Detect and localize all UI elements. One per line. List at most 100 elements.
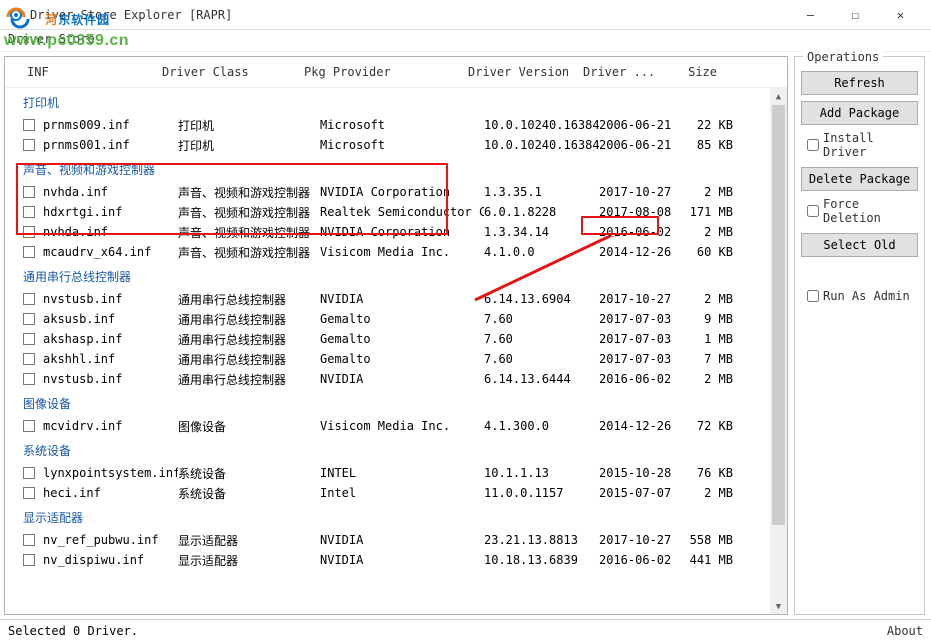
cell-inf: prnms001.inf	[43, 138, 178, 152]
group-header[interactable]: 声音、视频和游戏控制器	[5, 155, 787, 182]
row-checkbox[interactable]	[23, 467, 35, 479]
row-checkbox[interactable]	[23, 139, 35, 151]
cell-version: 6.14.13.6904	[484, 292, 599, 306]
driver-row[interactable]: nvhda.inf声音、视频和游戏控制器NVIDIA Corporation1.…	[5, 222, 787, 242]
close-button[interactable]: ✕	[878, 0, 923, 30]
cell-class: 声音、视频和游戏控制器	[178, 204, 320, 221]
driver-row[interactable]: akshasp.inf通用串行总线控制器Gemalto7.602017-07-0…	[5, 329, 787, 349]
install-driver-input[interactable]	[807, 139, 819, 151]
row-checkbox[interactable]	[23, 186, 35, 198]
cell-version: 10.18.13.6839	[484, 553, 599, 567]
status-selected-count: Selected 0 Driver.	[8, 624, 138, 638]
driver-row[interactable]: hdxrtgi.inf声音、视频和游戏控制器Realtek Semiconduc…	[5, 202, 787, 222]
cell-inf: lynxpointsystem.inf	[43, 466, 178, 480]
row-checkbox[interactable]	[23, 420, 35, 432]
driver-row[interactable]: nvhda.inf声音、视频和游戏控制器NVIDIA Corporation1.…	[5, 182, 787, 202]
refresh-button[interactable]: Refresh	[801, 71, 918, 95]
vertical-scrollbar[interactable]: ▲ ▼	[770, 88, 787, 615]
row-checkbox[interactable]	[23, 119, 35, 131]
cell-provider: Gemalto	[320, 332, 484, 346]
row-checkbox[interactable]	[23, 554, 35, 566]
scroll-down-icon[interactable]: ▼	[770, 598, 787, 615]
cell-inf: nv_dispiwu.inf	[43, 553, 178, 567]
minimize-button[interactable]: —	[788, 0, 833, 30]
column-inf[interactable]: INF	[27, 65, 162, 79]
cell-version: 23.21.13.8813	[484, 533, 599, 547]
cell-version: 11.0.0.1157	[484, 486, 599, 500]
column-class[interactable]: Driver Class	[162, 65, 304, 79]
driver-row[interactable]: lynxpointsystem.inf系统设备INTEL10.1.1.13201…	[5, 463, 787, 483]
row-checkbox[interactable]	[23, 246, 35, 258]
driver-row[interactable]: nvstusb.inf通用串行总线控制器NVIDIA6.14.13.644420…	[5, 369, 787, 389]
row-checkbox[interactable]	[23, 534, 35, 546]
cell-class: 系统设备	[178, 485, 320, 502]
group-header[interactable]: 显示适配器	[5, 503, 787, 530]
cell-version: 6.14.13.6444	[484, 372, 599, 386]
delete-package-button[interactable]: Delete Package	[801, 167, 918, 191]
force-deletion-checkbox[interactable]: Force Deletion	[807, 197, 918, 225]
driver-row[interactable]: nvstusb.inf通用串行总线控制器NVIDIA6.14.13.690420…	[5, 289, 787, 309]
cell-inf: nvstusb.inf	[43, 292, 178, 306]
cell-inf: akshhl.inf	[43, 352, 178, 366]
status-bar: Selected 0 Driver. About	[0, 619, 931, 641]
scrollbar-thumb[interactable]	[772, 105, 785, 525]
driver-row[interactable]: prnms001.inf打印机Microsoft10.0.10240.16384…	[5, 135, 787, 155]
run-as-admin-label: Run As Admin	[823, 289, 910, 303]
app-icon	[8, 7, 24, 23]
group-header[interactable]: 图像设备	[5, 389, 787, 416]
row-checkbox[interactable]	[23, 373, 35, 385]
cell-size: 7 MB	[684, 352, 739, 366]
driver-row[interactable]: aksusb.inf通用串行总线控制器Gemalto7.602017-07-03…	[5, 309, 787, 329]
row-checkbox[interactable]	[23, 313, 35, 325]
install-driver-checkbox[interactable]: Install Driver	[807, 131, 918, 159]
add-package-button[interactable]: Add Package	[801, 101, 918, 125]
cell-date: 2017-08-08	[599, 205, 684, 219]
operations-title: Operations	[803, 50, 883, 64]
group-header[interactable]: 通用串行总线控制器	[5, 262, 787, 289]
operations-panel: Operations Refresh Add Package Install D…	[794, 56, 925, 615]
driver-row[interactable]: prnms009.inf打印机Microsoft10.0.10240.16384…	[5, 115, 787, 135]
cell-inf: nvstusb.inf	[43, 372, 178, 386]
row-checkbox[interactable]	[23, 206, 35, 218]
column-date[interactable]: Driver ...	[583, 65, 668, 79]
driver-row[interactable]: nv_ref_pubwu.inf显示适配器NVIDIA23.21.13.8813…	[5, 530, 787, 550]
cell-provider: Microsoft	[320, 118, 484, 132]
cell-date: 2017-10-27	[599, 185, 684, 199]
column-version[interactable]: Driver Version	[468, 65, 583, 79]
column-provider[interactable]: Pkg Provider	[304, 65, 468, 79]
cell-class: 图像设备	[178, 418, 320, 435]
cell-size: 2 MB	[684, 185, 739, 199]
cell-inf: hdxrtgi.inf	[43, 205, 178, 219]
row-checkbox[interactable]	[23, 353, 35, 365]
cell-class: 声音、视频和游戏控制器	[178, 244, 320, 261]
driver-row[interactable]: heci.inf系统设备Intel11.0.0.11572015-07-072 …	[5, 483, 787, 503]
run-as-admin-input[interactable]	[807, 290, 819, 302]
cell-class: 声音、视频和游戏控制器	[178, 224, 320, 241]
group-header[interactable]: 打印机	[5, 88, 787, 115]
driver-row[interactable]: nv_dispiwu.inf显示适配器NVIDIA10.18.13.683920…	[5, 550, 787, 570]
maximize-button[interactable]: ☐	[833, 0, 878, 30]
cell-date: 2017-07-03	[599, 332, 684, 346]
group-header[interactable]: 系统设备	[5, 436, 787, 463]
scroll-up-icon[interactable]: ▲	[770, 88, 787, 105]
cell-provider: Gemalto	[320, 352, 484, 366]
cell-size: 76 KB	[684, 466, 739, 480]
driver-row[interactable]: akshhl.inf通用串行总线控制器Gemalto7.602017-07-03…	[5, 349, 787, 369]
cell-size: 85 KB	[684, 138, 739, 152]
run-as-admin-checkbox[interactable]: Run As Admin	[807, 289, 918, 303]
column-size[interactable]: Size	[668, 65, 723, 79]
driver-row[interactable]: mcaudrv_x64.inf声音、视频和游戏控制器Visicom Media …	[5, 242, 787, 262]
force-deletion-input[interactable]	[807, 205, 819, 217]
about-link[interactable]: About	[887, 624, 923, 638]
row-checkbox[interactable]	[23, 293, 35, 305]
select-old-button[interactable]: Select Old	[801, 233, 918, 257]
row-checkbox[interactable]	[23, 333, 35, 345]
row-checkbox[interactable]	[23, 487, 35, 499]
cell-version: 10.0.10240.16384	[484, 138, 599, 152]
cell-class: 通用串行总线控制器	[178, 351, 320, 368]
driver-row[interactable]: mcvidrv.inf图像设备Visicom Media Inc.4.1.300…	[5, 416, 787, 436]
cell-date: 2014-12-26	[599, 419, 684, 433]
row-checkbox[interactable]	[23, 226, 35, 238]
menu-driver-store[interactable]: Driver Store	[8, 32, 95, 46]
cell-size: 72 KB	[684, 419, 739, 433]
